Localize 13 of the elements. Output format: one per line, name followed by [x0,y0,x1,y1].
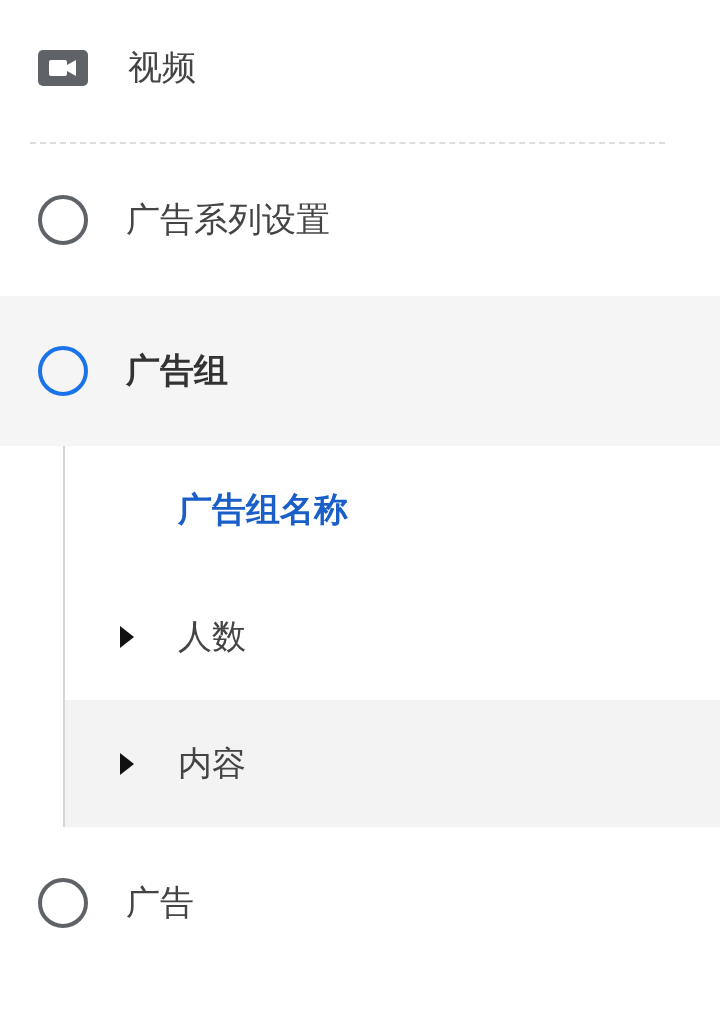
sub-step-item[interactable]: 广告组名称 [65,446,720,573]
step-item[interactable]: 广告系列设置 [0,144,720,296]
caret-icon [120,752,134,775]
radio-circle-icon [37,877,89,929]
caret-icon [120,625,134,648]
sub-step-item[interactable]: 内容 [65,700,720,827]
video-camera-icon [38,50,88,86]
step-item[interactable]: 广告组 [0,296,720,446]
step-item[interactable]: 广告 [0,827,720,979]
section-title: 视频 [128,46,196,89]
radio-circle-icon [37,345,89,397]
radio-circle-icon [37,194,89,246]
sub-step-item[interactable]: 人数 [65,573,720,700]
